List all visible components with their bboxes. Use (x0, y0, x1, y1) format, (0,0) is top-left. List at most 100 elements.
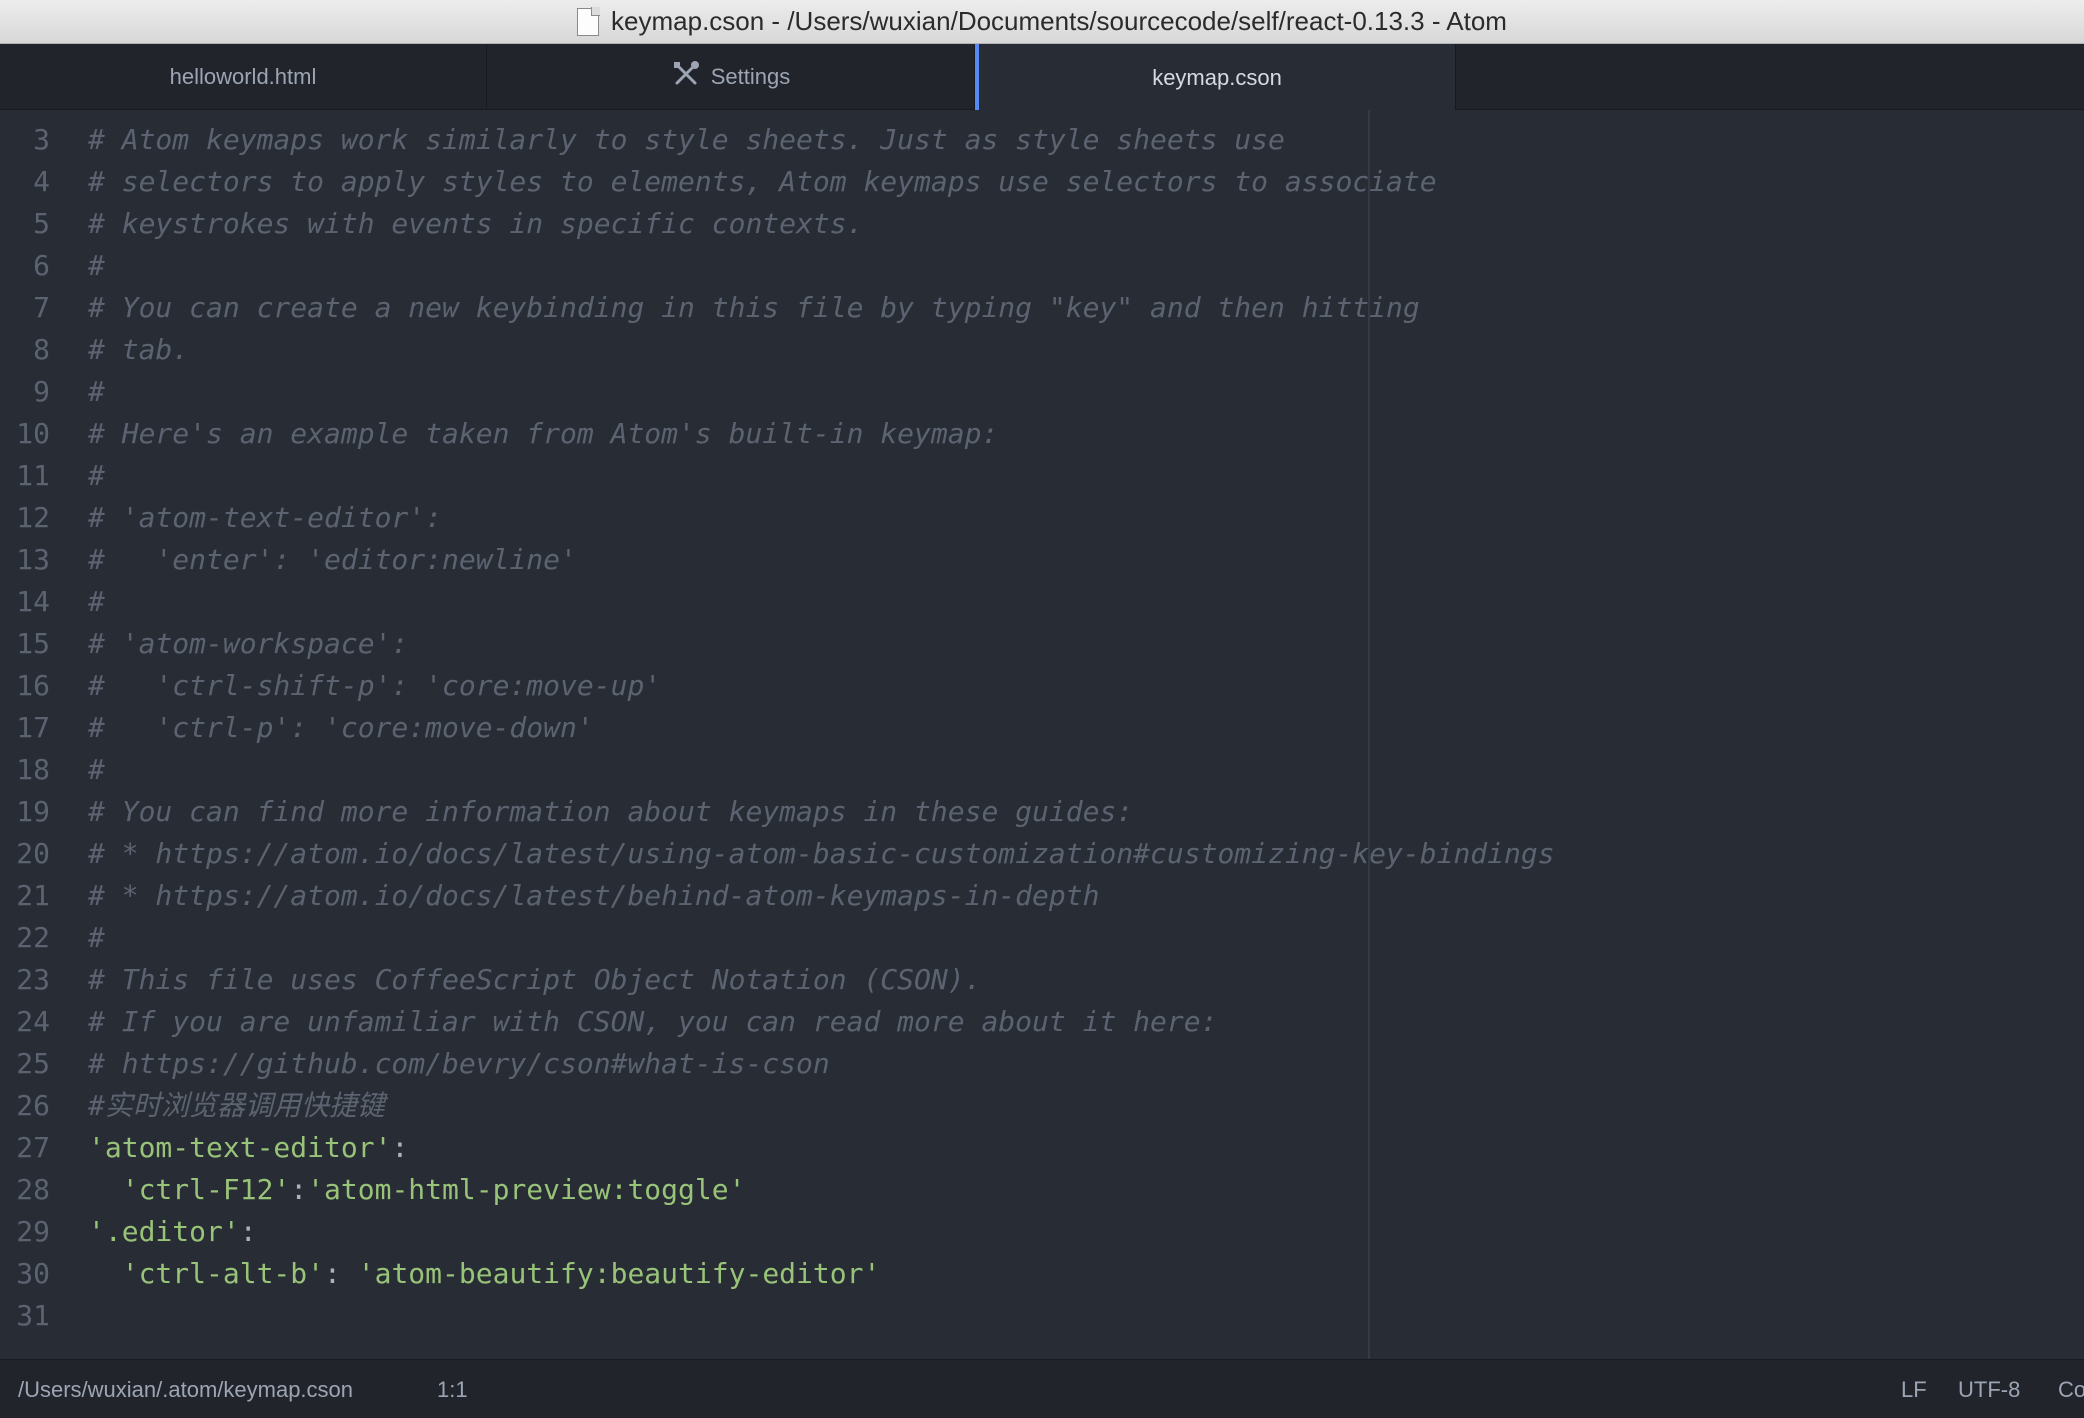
comment-token: # Atom keymaps work similarly to style s… (88, 123, 1285, 156)
line-content: # selectors to apply styles to elements,… (88, 161, 1437, 203)
code-line[interactable]: 22 # (0, 917, 2084, 959)
status-encoding[interactable]: UTF-8 (1958, 1360, 2020, 1418)
status-grammar[interactable]: Co (2058, 1360, 2084, 1418)
line-number: 27 (16, 1131, 50, 1164)
text-editor[interactable]: 2# 3 # Atom keymaps work similarly to styl… (0, 110, 2084, 1359)
line-number: 8 (33, 333, 50, 366)
code-line[interactable]: 30 'ctrl-alt-b': 'atom-beautify:beautify… (0, 1253, 2084, 1295)
code-line[interactable]: 13 # 'enter': 'editor:newline' (0, 539, 2084, 581)
comment-token: # tab. (88, 333, 190, 366)
line-content: # If you are unfamiliar with CSON, you c… (88, 1001, 1217, 1043)
window-title: keymap.cson - /Users/wuxian/Documents/so… (611, 6, 1507, 36)
code-line[interactable]: 17 # 'ctrl-p': 'core:move-down' (0, 707, 2084, 749)
comment-token: # You can find more information about ke… (88, 795, 1134, 828)
line-content: # (88, 371, 105, 413)
tab-label: keymap.cson (1152, 64, 1282, 90)
comment-token: # keystrokes with events in specific con… (88, 207, 864, 240)
code-line[interactable]: 23 # This file uses CoffeeScript Object N… (0, 959, 2084, 1001)
status-cursor-position[interactable]: 1:1 (437, 1360, 468, 1418)
code-line[interactable]: 26 #实时浏览器调用快捷键 (0, 1085, 2084, 1127)
code-line[interactable]: 24 # If you are unfamiliar with CSON, you… (0, 1001, 2084, 1043)
line-number: 12 (16, 501, 50, 534)
code-line[interactable]: 16 # 'ctrl-shift-p': 'core:move-up' (0, 665, 2084, 707)
line-content: 'ctrl-F12':'atom-html-preview:toggle' (88, 1169, 746, 1211)
comment-token: # 'atom-text-editor': (88, 501, 443, 534)
comment-token: # https://github.com/bevry/cson#what-is-… (88, 1047, 830, 1080)
line-content: # (88, 749, 105, 791)
code-line[interactable]: 29 '.editor': (0, 1211, 2084, 1253)
code-line[interactable]: 14 # (0, 581, 2084, 623)
code-line[interactable]: 15 # 'atom-workspace': (0, 623, 2084, 665)
status-bar: /Users/wuxian/.atom/keymap.cson 1:1 LF U… (0, 1359, 2084, 1418)
code-line[interactable]: 7 # You can create a new keybinding in th… (0, 287, 2084, 329)
code-line[interactable]: 11 # (0, 455, 2084, 497)
status-line-ending[interactable]: LF (1901, 1360, 1927, 1418)
line-content: # (88, 581, 105, 623)
line-number: 6 (33, 249, 50, 282)
line-content: # (88, 917, 105, 959)
line-content: # Atom keymaps work similarly to style s… (88, 119, 1285, 161)
tab-keymap-cson[interactable]: keymap.cson (975, 44, 1456, 111)
line-content: # https://github.com/bevry/cson#what-is-… (88, 1043, 830, 1085)
code-line[interactable]: 19 # You can find more information about … (0, 791, 2084, 833)
line-number: 30 (16, 1257, 50, 1290)
code-line[interactable]: 9 # (0, 371, 2084, 413)
comment-token: # (88, 375, 105, 408)
comment-token: #实时浏览器调用快捷键 (88, 1089, 385, 1122)
comment-token: # (88, 459, 105, 492)
line-content: 'ctrl-alt-b': 'atom-beautify:beautify-ed… (88, 1253, 881, 1295)
line-content: 'atom-text-editor': (88, 1127, 408, 1169)
line-number: 23 (16, 963, 50, 996)
tab-settings[interactable]: Settings (487, 44, 975, 110)
line-number: 14 (16, 585, 50, 618)
string-token: '.editor' (88, 1215, 240, 1248)
line-number: 25 (16, 1047, 50, 1080)
line-number: 11 (16, 459, 50, 492)
code-line[interactable]: 8 # tab. (0, 329, 2084, 371)
code-line[interactable]: 3 # Atom keymaps work similarly to style … (0, 119, 2084, 161)
line-number: 3 (33, 123, 50, 156)
code-line[interactable]: 18 # (0, 749, 2084, 791)
tab-label: helloworld.html (169, 64, 317, 89)
code-line[interactable]: 10 # Here's an example taken from Atom's … (0, 413, 2084, 455)
line-number: 15 (16, 627, 50, 660)
code-line[interactable]: 20 # * https://atom.io/docs/latest/using-… (0, 833, 2084, 875)
punct-token (88, 1173, 122, 1206)
code-line[interactable]: 5 # keystrokes with events in specific co… (0, 203, 2084, 245)
code-line[interactable]: 27 'atom-text-editor': (0, 1127, 2084, 1169)
line-content: # tab. (88, 329, 189, 371)
comment-token: # selectors to apply styles to elements,… (88, 165, 1437, 198)
line-content: # (88, 110, 105, 119)
comment-token: # (88, 110, 105, 114)
line-content: # (88, 245, 105, 287)
comment-token: # 'enter': 'editor:newline' (88, 543, 577, 576)
line-number: 18 (16, 753, 50, 786)
code-line[interactable]: 31 (0, 1295, 2084, 1337)
code-line[interactable]: 21 # * https://atom.io/docs/latest/behind… (0, 875, 2084, 917)
comment-token: # You can create a new keybinding in thi… (88, 291, 1420, 324)
line-content: # (88, 455, 105, 497)
code-line[interactable]: 2# (0, 110, 2084, 119)
line-content: # 'atom-workspace': (88, 623, 408, 665)
tab-bar: helloworld.html Settings keymap.cson (0, 44, 2084, 111)
comment-token: # (88, 921, 105, 954)
line-number: 9 (33, 375, 50, 408)
line-number: 24 (16, 1005, 50, 1038)
comment-token: # (88, 585, 105, 618)
punct-token: : (290, 1173, 308, 1206)
line-content: # Here's an example taken from Atom's bu… (88, 413, 998, 455)
code-line[interactable]: 6 # (0, 245, 2084, 287)
status-file-path[interactable]: /Users/wuxian/.atom/keymap.cson (18, 1360, 353, 1418)
line-number: 16 (16, 669, 50, 702)
tab-helloworld-html[interactable]: helloworld.html (0, 44, 487, 110)
comment-token: # This file uses CoffeeScript Object Not… (88, 963, 982, 996)
code-line[interactable]: 25 # https://github.com/bevry/cson#what-i… (0, 1043, 2084, 1085)
line-number: 21 (16, 879, 50, 912)
comment-token: # 'ctrl-p': 'core:move-down' (88, 711, 594, 744)
code-line[interactable]: 12 # 'atom-text-editor': (0, 497, 2084, 539)
code-line[interactable]: 4 # selectors to apply styles to elements… (0, 161, 2084, 203)
line-content: # 'enter': 'editor:newline' (88, 539, 577, 581)
code-line[interactable]: 28 'ctrl-F12':'atom-html-preview:toggle' (0, 1169, 2084, 1211)
line-number: 13 (16, 543, 50, 576)
comment-token: # * https://atom.io/docs/latest/using-at… (88, 837, 1555, 870)
